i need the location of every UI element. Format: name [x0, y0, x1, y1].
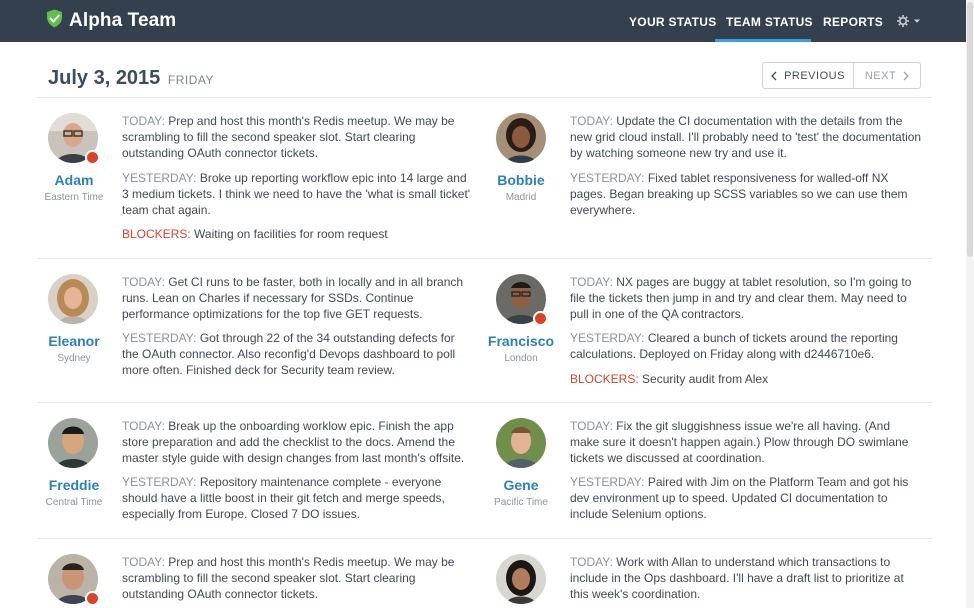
today-label: TODAY: [570, 275, 613, 289]
member-name[interactable]: Freddie [24, 477, 124, 493]
yesterday-label: YESTERDAY: [122, 331, 197, 345]
member-name[interactable]: Francisco [471, 333, 571, 349]
avatar[interactable] [496, 554, 546, 604]
yesterday-label: YESTERDAY: [122, 475, 197, 489]
active-tab-indicator [715, 39, 811, 42]
avatar[interactable] [48, 274, 98, 324]
today-status: TODAY: NX pages are buggy at tablet reso… [570, 274, 922, 322]
today-label: TODAY: [122, 114, 165, 128]
yesterday-label: YESTERDAY: [122, 171, 197, 185]
divider [37, 97, 932, 98]
member-name[interactable]: Gene [471, 477, 571, 493]
app-title: Alpha Team [69, 10, 177, 31]
yesterday-status: YESTERDAY: Broke up reporting workflow e… [122, 170, 474, 218]
divider [37, 538, 932, 539]
today-text: NX pages are buggy at tablet resolution,… [570, 275, 912, 321]
previous-button[interactable]: PREVIOUS [763, 63, 854, 88]
today-status: TODAY: Prep and host this month's Redis … [122, 113, 474, 161]
divider [37, 258, 932, 259]
yesterday-status: YESTERDAY: Fixed tablet responsiveness f… [570, 170, 922, 218]
avatar[interactable] [496, 418, 546, 468]
page-date: July 3, 2015 FRIDAY [48, 67, 214, 90]
today-status: TODAY: Break up the onboarding worklow e… [122, 418, 474, 466]
member-location: Central Time [45, 497, 103, 508]
blockers-status: BLOCKERS: Security audit from Alex [570, 371, 922, 387]
status-dot [85, 591, 100, 606]
member-location: Eastern Time [44, 192, 104, 203]
caret-down-icon [914, 19, 920, 23]
today-label: TODAY: [122, 275, 165, 289]
blockers-label: BLOCKERS: [570, 372, 639, 386]
avatar[interactable] [48, 418, 98, 468]
today-text: Prep and host this month's Redis meetup.… [122, 114, 455, 160]
next-button[interactable]: NEXT [854, 63, 920, 88]
member-name[interactable]: Adam [24, 172, 124, 188]
avatar[interactable] [496, 113, 546, 163]
day-pager: PREVIOUS NEXT [762, 62, 921, 89]
today-status: TODAY: Update the CI documentation with … [570, 113, 922, 161]
nav-reports[interactable]: REPORTS [823, 15, 883, 29]
today-label: TODAY: [122, 419, 165, 433]
day-of-week: FRIDAY [167, 73, 214, 87]
chevron-right-icon [903, 71, 910, 80]
scrollbar-thumb[interactable] [967, 2, 973, 257]
member-name[interactable]: Eleanor [24, 333, 124, 349]
today-text: Break up the onboarding worklow epic. Fi… [122, 419, 465, 465]
today-label: TODAY: [570, 419, 613, 433]
member-location: London [504, 353, 538, 364]
blockers-text: Security audit from Alex [642, 372, 769, 386]
yesterday-status: YESTERDAY: Paired with Jim on the Platfo… [570, 474, 922, 522]
yesterday-status: YESTERDAY: Repository maintenance comple… [122, 474, 474, 522]
today-text: Update the CI documentation with the det… [570, 114, 922, 160]
today-status: TODAY: Work with Allan to understand whi… [570, 554, 922, 602]
today-status: TODAY: Prep and host this month's Redis … [122, 554, 474, 602]
yesterday-label: YESTERDAY: [570, 171, 645, 185]
scrollbar[interactable] [966, 0, 974, 608]
yesterday-label: YESTERDAY: [570, 331, 645, 345]
status-dot [533, 311, 548, 326]
today-text: Work with Allan to understand which tran… [570, 555, 904, 601]
previous-label: PREVIOUS [784, 69, 845, 82]
status-dot [85, 150, 100, 165]
member-name[interactable]: Bobbie [471, 172, 571, 188]
yesterday-status: YESTERDAY: Got through 22 of the 34 outs… [122, 330, 474, 378]
member-location: Madrid [505, 192, 537, 203]
settings-menu[interactable] [896, 13, 922, 34]
today-label: TODAY: [570, 114, 613, 128]
today-status: TODAY: Get CI runs to be faster, both in… [122, 274, 474, 322]
chevron-left-icon [771, 71, 777, 80]
blockers-status: BLOCKERS: Waiting on facilities for room… [122, 226, 474, 242]
member-location: Sydney [57, 353, 91, 364]
yesterday-status: YESTERDAY: Cleared a bunch of tickets ar… [570, 330, 922, 362]
top-navbar: Alpha Team YOUR STATUS TEAM STATUS REPOR… [0, 0, 966, 42]
shield-check-icon [46, 9, 63, 33]
next-label: NEXT [864, 69, 897, 82]
brand[interactable]: Alpha Team [46, 9, 176, 33]
today-status: TODAY: Fix the git sluggishness issue we… [570, 418, 922, 466]
blockers-label: BLOCKERS: [122, 227, 191, 241]
divider [37, 402, 932, 403]
gear-icon [897, 15, 909, 27]
nav-your-status[interactable]: YOUR STATUS [629, 15, 717, 29]
nav-team-status[interactable]: TEAM STATUS [726, 15, 813, 29]
blockers-text: Waiting on facilities for room request [194, 227, 388, 241]
today-label: TODAY: [122, 555, 165, 569]
today-text: Fix the git sluggishness issue we're all… [570, 419, 909, 465]
yesterday-label: YESTERDAY: [570, 475, 645, 489]
member-location: Pacific Time [494, 497, 548, 508]
today-text: Get CI runs to be faster, both in locall… [122, 275, 464, 321]
today-text: Prep and host this month's Redis meetup.… [122, 555, 455, 601]
date-text: July 3, 2015 [48, 67, 161, 89]
today-label: TODAY: [570, 555, 613, 569]
